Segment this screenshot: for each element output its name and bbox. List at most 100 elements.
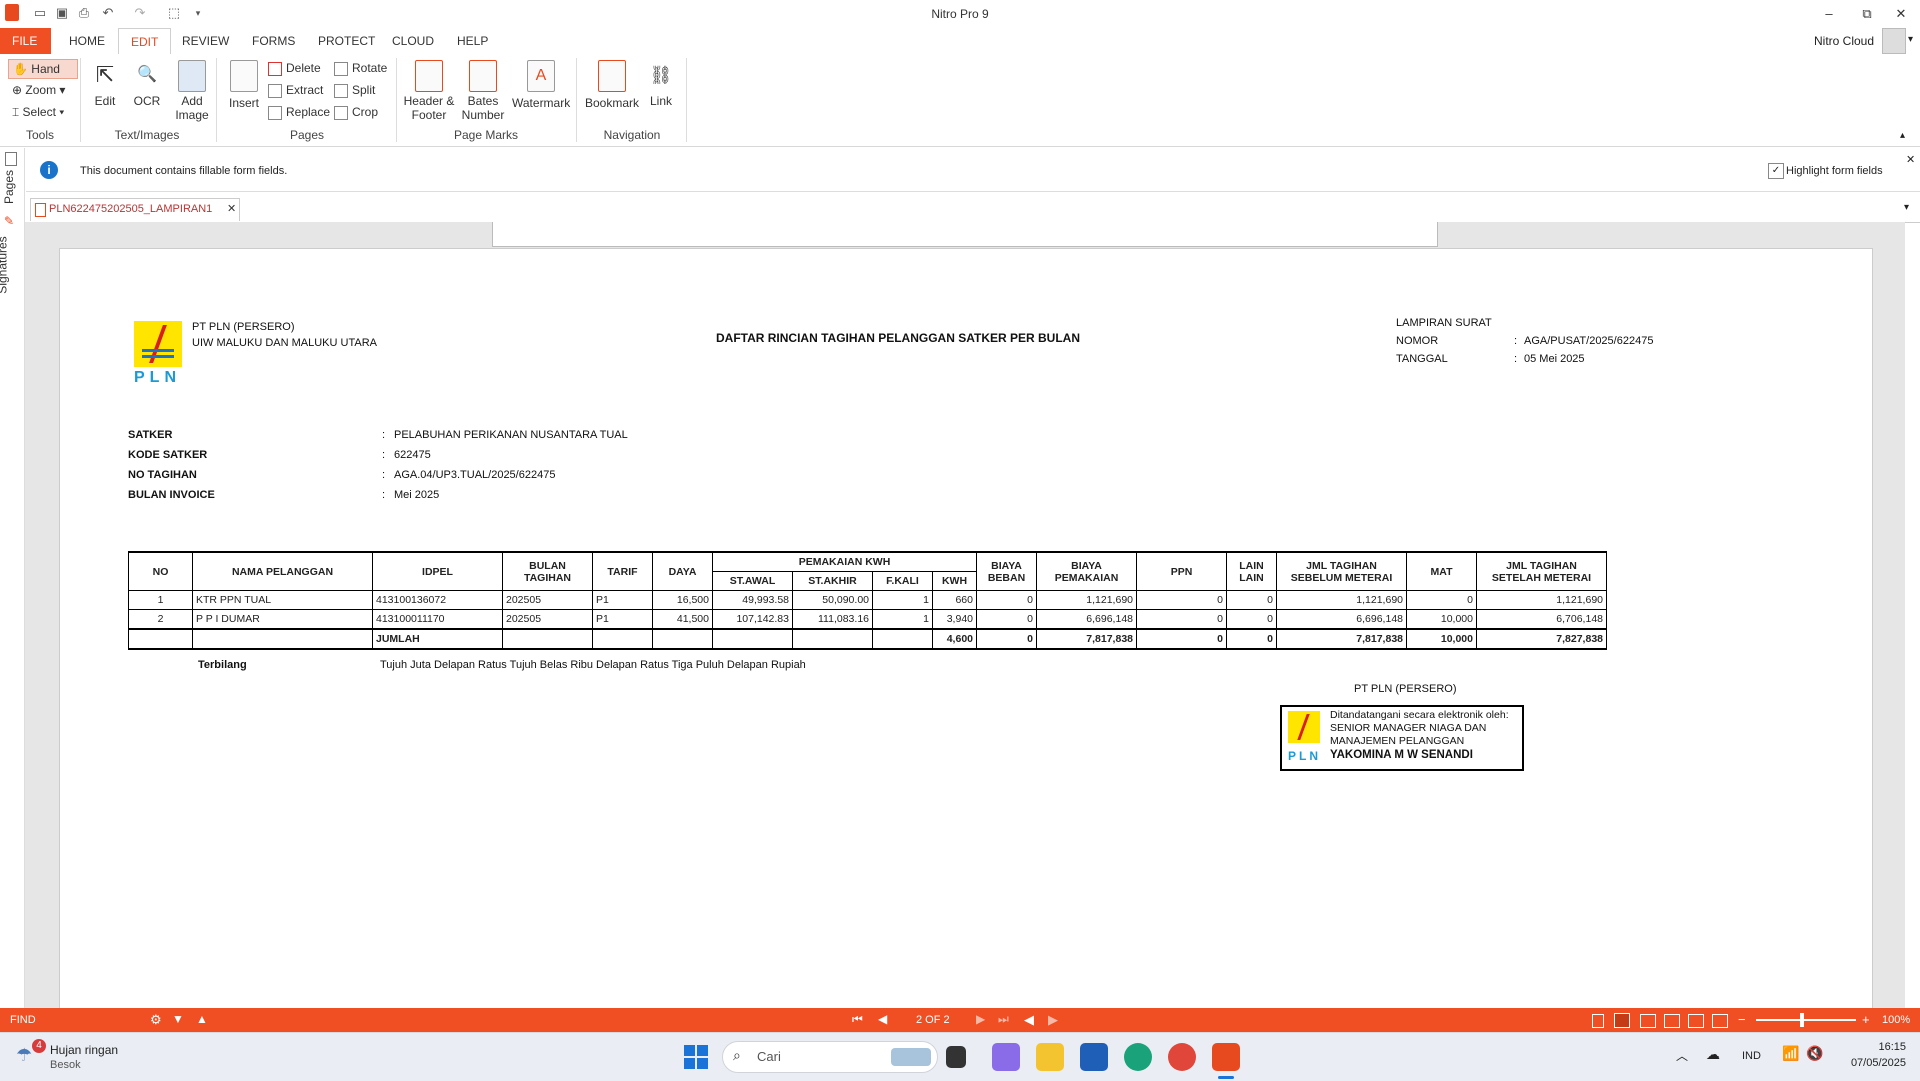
total-jml-sebelum: 7,817,838 — [1276, 628, 1407, 650]
avatar[interactable] — [1882, 28, 1906, 54]
tab-cloud[interactable]: CLOUD — [380, 28, 446, 54]
clock-time[interactable]: 16:15 — [1860, 1041, 1906, 1053]
tab-review[interactable]: REVIEW — [170, 28, 241, 54]
edit-button[interactable]: ⇱ Edit — [88, 60, 122, 108]
link-button[interactable]: ⛓ Link — [644, 60, 678, 108]
close-tab-icon[interactable]: ✕ — [227, 202, 236, 215]
close-button[interactable]: ✕ — [1886, 4, 1916, 24]
next-view-icon[interactable]: ▶ — [1048, 1012, 1058, 1028]
zoom-in-button[interactable]: + — [1862, 1012, 1870, 1027]
tab-edit[interactable]: EDIT — [118, 28, 172, 55]
signature-icon[interactable]: ✎ — [4, 214, 14, 228]
split-button[interactable]: Split — [334, 81, 375, 99]
copilot-icon[interactable] — [992, 1043, 1020, 1071]
fit-page-icon[interactable] — [1712, 1014, 1728, 1028]
onedrive-icon[interactable]: ☁ — [1706, 1046, 1720, 1063]
field-colon: : — [382, 449, 386, 461]
volume-muted-icon[interactable]: 🔇 — [1806, 1045, 1823, 1062]
lampiran-label: LAMPIRAN SURAT — [1396, 317, 1492, 329]
show-hidden-icons-icon[interactable]: ︿ — [1676, 1047, 1688, 1064]
col-biaya-pemakaian: BIAYA PEMAKAIAN — [1036, 551, 1137, 591]
cell-jml-sebelum: 1,121,690 — [1276, 590, 1407, 610]
clock-date[interactable]: 07/05/2025 — [1838, 1057, 1906, 1069]
tab-home[interactable]: HOME — [57, 28, 117, 54]
insert-button[interactable]: Insert — [224, 60, 264, 110]
cell-daya: 41,500 — [652, 609, 713, 630]
zoom-out-button[interactable]: − — [1738, 1012, 1746, 1027]
account-menu-icon[interactable]: ▾ — [1908, 34, 1913, 45]
document-viewer[interactable]: PLN PT PLN (PERSERO) UIW MALUKU DAN MALU… — [25, 222, 1905, 1008]
watermark-button[interactable]: A Watermark — [512, 60, 570, 110]
tab-protect[interactable]: PROTECT — [306, 28, 387, 54]
zoom-slider-handle[interactable] — [1800, 1013, 1804, 1027]
group-label-navigation: Navigation — [603, 128, 661, 142]
start-button[interactable] — [684, 1045, 708, 1069]
tab-forms[interactable]: FORMS — [240, 28, 307, 54]
tab-help[interactable]: HELP — [445, 28, 500, 54]
nitro-cloud-label[interactable]: Nitro Cloud — [1814, 34, 1874, 48]
previous-page-icon[interactable]: ◀ — [878, 1012, 887, 1026]
first-page-icon[interactable]: ⏮ — [852, 1012, 863, 1027]
find-previous-icon[interactable]: ▲ — [196, 1012, 208, 1026]
last-page-icon[interactable]: ⏭ — [998, 1012, 1009, 1027]
crop-button[interactable]: Crop — [334, 103, 378, 121]
cell-fkali: 1 — [872, 590, 933, 610]
find-settings-icon[interactable]: ⚙ — [150, 1012, 162, 1028]
doc-tab[interactable]: PLN622475202505_LAMPIRAN1 ✕ — [30, 198, 240, 221]
header-footer-button[interactable]: Header & Footer — [402, 60, 456, 122]
highlight-form-fields-checkbox[interactable]: ✓ — [1768, 163, 1784, 179]
ocr-button[interactable]: 🔍 OCR — [130, 60, 164, 108]
tab-list-icon[interactable]: ▾ — [1904, 202, 1909, 213]
continuous-view-icon[interactable] — [1614, 1013, 1630, 1028]
zoom-level[interactable]: 100% — [1882, 1014, 1910, 1026]
cell-mat: 0 — [1406, 590, 1477, 610]
wifi-icon[interactable]: 📶 — [1782, 1045, 1799, 1062]
single-page-view-icon[interactable] — [1592, 1014, 1604, 1028]
select-tool-button[interactable]: ⌶ Select ▾ — [12, 103, 64, 121]
extract-button[interactable]: Extract — [268, 81, 323, 99]
cell-ppn: 0 — [1136, 609, 1227, 630]
search-box[interactable]: ⌕ Cari — [722, 1041, 938, 1073]
facing-view-icon[interactable] — [1640, 1014, 1656, 1028]
bates-number-button[interactable]: Bates Number — [456, 60, 510, 122]
zoom-tool-button[interactable]: ⊕ Zoom ▾ — [12, 81, 65, 99]
document-tab-strip: PLN622475202505_LAMPIRAN1 ✕ ▾ — [26, 198, 1920, 223]
company-name: PT PLN (PERSERO) — [192, 321, 295, 333]
weather-badge: 4 — [32, 1039, 46, 1053]
nomor-colon: : — [1514, 335, 1518, 347]
hand-tool-button[interactable]: ✋ Hand — [8, 59, 78, 79]
microsoft-store-icon[interactable] — [1080, 1043, 1108, 1071]
chrome-icon[interactable] — [1168, 1043, 1196, 1071]
find-next-icon[interactable]: ▼ — [172, 1012, 184, 1026]
nitro-pro-taskbar-icon[interactable] — [1212, 1043, 1240, 1071]
weather-widget[interactable]: ☂ 4 Hujan ringan Besok — [16, 1039, 166, 1075]
page-indicator[interactable]: 2 OF 2 — [916, 1014, 950, 1026]
bookmark-button[interactable]: Bookmark — [584, 60, 640, 110]
replace-button[interactable]: Replace — [268, 103, 330, 121]
edge-icon[interactable] — [1124, 1043, 1152, 1071]
zoom-slider-track[interactable] — [1756, 1019, 1856, 1021]
maximize-button[interactable]: ⧉ — [1852, 4, 1882, 24]
tab-file[interactable]: FILE — [0, 28, 51, 54]
close-info-bar-icon[interactable]: ✕ — [1906, 153, 1915, 166]
pages-panel-tab[interactable]: Pages — [2, 170, 16, 204]
collapse-ribbon-icon[interactable]: ▴ — [1900, 130, 1905, 141]
fit-width-icon[interactable] — [1688, 1014, 1704, 1028]
next-page-icon[interactable]: ▶ — [976, 1012, 985, 1026]
add-image-button[interactable]: Add Image — [172, 60, 212, 122]
total-jml-setelah: 7,827,838 — [1476, 628, 1607, 650]
signatures-panel-tab[interactable]: Signatures — [0, 236, 10, 293]
file-explorer-icon[interactable] — [1036, 1043, 1064, 1071]
minimize-button[interactable]: – — [1814, 4, 1844, 24]
rotate-button[interactable]: Rotate — [334, 59, 387, 77]
pages-panel-icon[interactable] — [5, 152, 17, 166]
find-label[interactable]: FIND — [10, 1014, 36, 1026]
search-icon: ⌕ — [733, 1047, 741, 1063]
language-indicator[interactable]: IND — [1742, 1050, 1761, 1062]
cell-empty — [872, 628, 933, 650]
highlight-form-fields-label[interactable]: Highlight form fields — [1786, 165, 1883, 177]
previous-view-icon[interactable]: ◀ — [1024, 1012, 1034, 1028]
task-view-icon[interactable] — [946, 1046, 966, 1068]
facing-continuous-view-icon[interactable] — [1664, 1014, 1680, 1028]
delete-button[interactable]: Delete — [268, 59, 321, 77]
